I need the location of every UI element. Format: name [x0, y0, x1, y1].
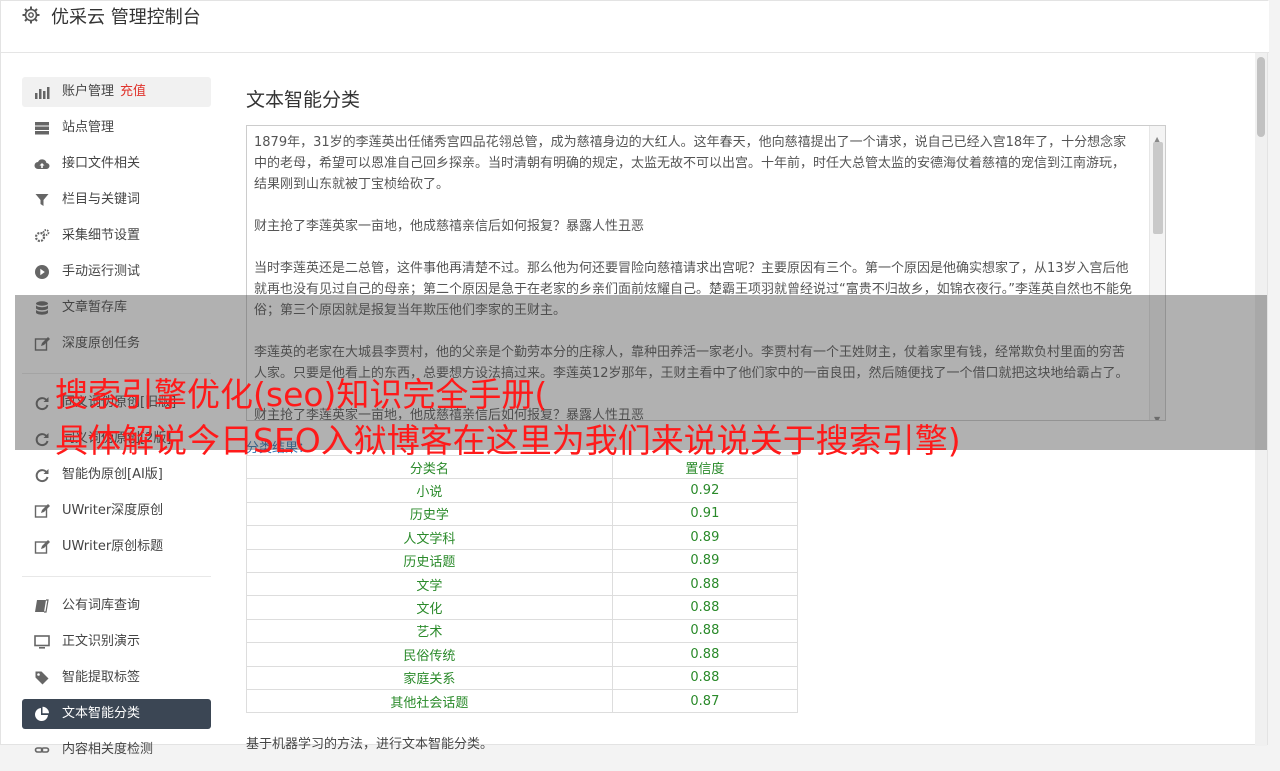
table-row: 文化 0.88 [246, 595, 799, 620]
table-row: 家庭关系 0.88 [246, 665, 799, 690]
book-icon [35, 599, 49, 613]
sidebar-item-label: UWriter原创标题 [62, 539, 164, 554]
sidebar-item-interface-files[interactable]: 接口文件相关 [22, 149, 211, 179]
sidebar-item-label: 站点管理 [62, 120, 115, 135]
scroll-up-icon[interactable]: ▲ [1154, 129, 1162, 144]
table-row: 文学 0.88 [246, 571, 799, 597]
category-cell: 小说 [246, 478, 613, 503]
edit-icon [34, 540, 50, 554]
table-row: 历史话题 0.89 [246, 548, 799, 573]
sidebar-item-label: 手动运行测试 [62, 264, 141, 279]
gear-icon [22, 6, 40, 24]
category-cell: 民俗传统 [246, 642, 613, 667]
sidebar-item-uwriter-title[interactable]: UWriter原创标题 [22, 532, 211, 562]
sidebar-divider [22, 576, 211, 577]
sidebar-item-collection-settings[interactable]: 采集细节设置 [22, 221, 211, 251]
sidebar-item-label: 正文识别演示 [62, 634, 141, 649]
link-icon [34, 747, 50, 753]
confidence-cell: 0.87 [611, 688, 799, 714]
cloud-upload-icon [34, 159, 50, 169]
sidebar-item-label: 账户管理 [62, 84, 115, 99]
sidebar-item-text-recognition[interactable]: 正文识别演示 [22, 627, 211, 657]
table-row: 其他社会话题 0.87 [246, 688, 799, 714]
confidence-cell: 0.89 [611, 548, 799, 573]
headline-line-2: 具体解说今日SEO入狱博客在这里为我们来说说关于搜索引擎) [55, 421, 961, 460]
sidebar-item-ai-rewrite[interactable]: 智能伪原创[AI版] [22, 460, 211, 490]
text-paragraph: 1879年，31岁的李莲英出任储秀宫四品花翎总管，成为慈禧身边的大红人。这年春天… [254, 135, 1127, 192]
confidence-cell: 0.89 [611, 525, 799, 550]
category-cell: 家庭关系 [246, 665, 613, 690]
confidence-cell: 0.92 [611, 478, 799, 503]
recharge-link[interactable]: 充值 [120, 84, 146, 99]
headline-line-1: 搜索引擎优化(seo)知识完全手册( [55, 375, 548, 414]
method-description: 基于机器学习的方法，进行文本智能分类。 [246, 737, 494, 753]
top-bar: 优采云 管理控制台 [1, 1, 1269, 53]
confidence-cell: 0.91 [611, 501, 799, 527]
sidebar-item-account[interactable]: 账户管理 充值 [22, 77, 211, 107]
overlay-headline: 搜索引擎优化(seo)知识完全手册( 具体解说今日SEO入狱博客在这里为我们来说… [55, 372, 961, 464]
console-title: 优采云 管理控制台 [51, 7, 201, 28]
sidebar-item-label: 栏目与关键词 [62, 192, 141, 207]
sidebar-item-label: 智能伪原创[AI版] [62, 467, 163, 482]
sidebar-item-label: 智能提取标签 [62, 670, 141, 685]
sidebar-item-manual-run[interactable]: 手动运行测试 [22, 257, 211, 287]
pie-chart-icon [35, 706, 49, 721]
scroll-thumb[interactable] [1153, 142, 1163, 234]
sidebar-item-uwriter-deep[interactable]: UWriter深度原创 [22, 496, 211, 526]
filter-icon [35, 194, 49, 206]
text-paragraph: 财主抢了李莲英家一亩地，他成慈禧亲信后如何报复？暴露人性丑恶 [254, 219, 645, 234]
table-row: 历史学 0.91 [246, 501, 799, 527]
confidence-cell: 0.88 [611, 595, 799, 620]
table-row: 人文学科 0.89 [246, 525, 799, 550]
confidence-cell: 0.88 [611, 571, 799, 597]
sidebar-item-label: 接口文件相关 [62, 156, 141, 171]
sidebar-item-label: UWriter深度原创 [62, 503, 164, 518]
confidence-cell: 0.88 [611, 665, 799, 690]
table-row: 民俗传统 0.88 [246, 642, 799, 667]
sidebar-item-label: 公有词库查询 [62, 598, 141, 613]
classification-table: 分类名 置信度 小说 0.92 历史学 0.91 人文学科 0.89 历史话题 0.89… [246, 454, 799, 714]
table-row: 小说 0.92 [246, 478, 799, 503]
page-scroll-thumb[interactable] [1257, 57, 1265, 137]
category-cell: 文学 [246, 571, 613, 597]
sidebar-item-label: 文本智能分类 [62, 706, 141, 721]
sidebar-item-sites[interactable]: 站点管理 [22, 113, 211, 143]
sidebar-item-smart-tags[interactable]: 智能提取标签 [22, 663, 211, 693]
edit-icon [34, 504, 50, 518]
category-cell: 人文学科 [246, 525, 613, 550]
play-circle-icon [35, 265, 49, 279]
sidebar-item-relevance-check[interactable]: 内容相关度检测 [22, 735, 211, 765]
sidebar-item-label: 内容相关度检测 [62, 742, 154, 757]
category-cell: 历史学 [246, 501, 613, 527]
cogs-icon [34, 229, 50, 243]
category-cell: 历史话题 [246, 548, 613, 573]
sidebar-item-public-thesaurus[interactable]: 公有词库查询 [22, 591, 211, 621]
category-cell: 艺术 [246, 618, 613, 644]
category-cell: 其他社会话题 [246, 688, 613, 714]
server-icon [35, 122, 49, 135]
bar-chart-icon [35, 87, 50, 99]
sidebar-item-label: 采集细节设置 [62, 228, 141, 243]
monitor-icon [34, 635, 50, 649]
sidebar-item-text-classification[interactable]: 文本智能分类 [22, 699, 211, 729]
confidence-cell: 0.88 [611, 642, 799, 667]
table-row: 艺术 0.88 [246, 618, 799, 644]
sidebar-item-columns-keywords[interactable]: 栏目与关键词 [22, 185, 211, 215]
refresh-icon [35, 469, 49, 483]
confidence-cell: 0.88 [611, 618, 799, 644]
category-cell: 文化 [246, 595, 613, 620]
tag-icon [35, 671, 49, 685]
page-title: 文本智能分类 [246, 89, 361, 111]
